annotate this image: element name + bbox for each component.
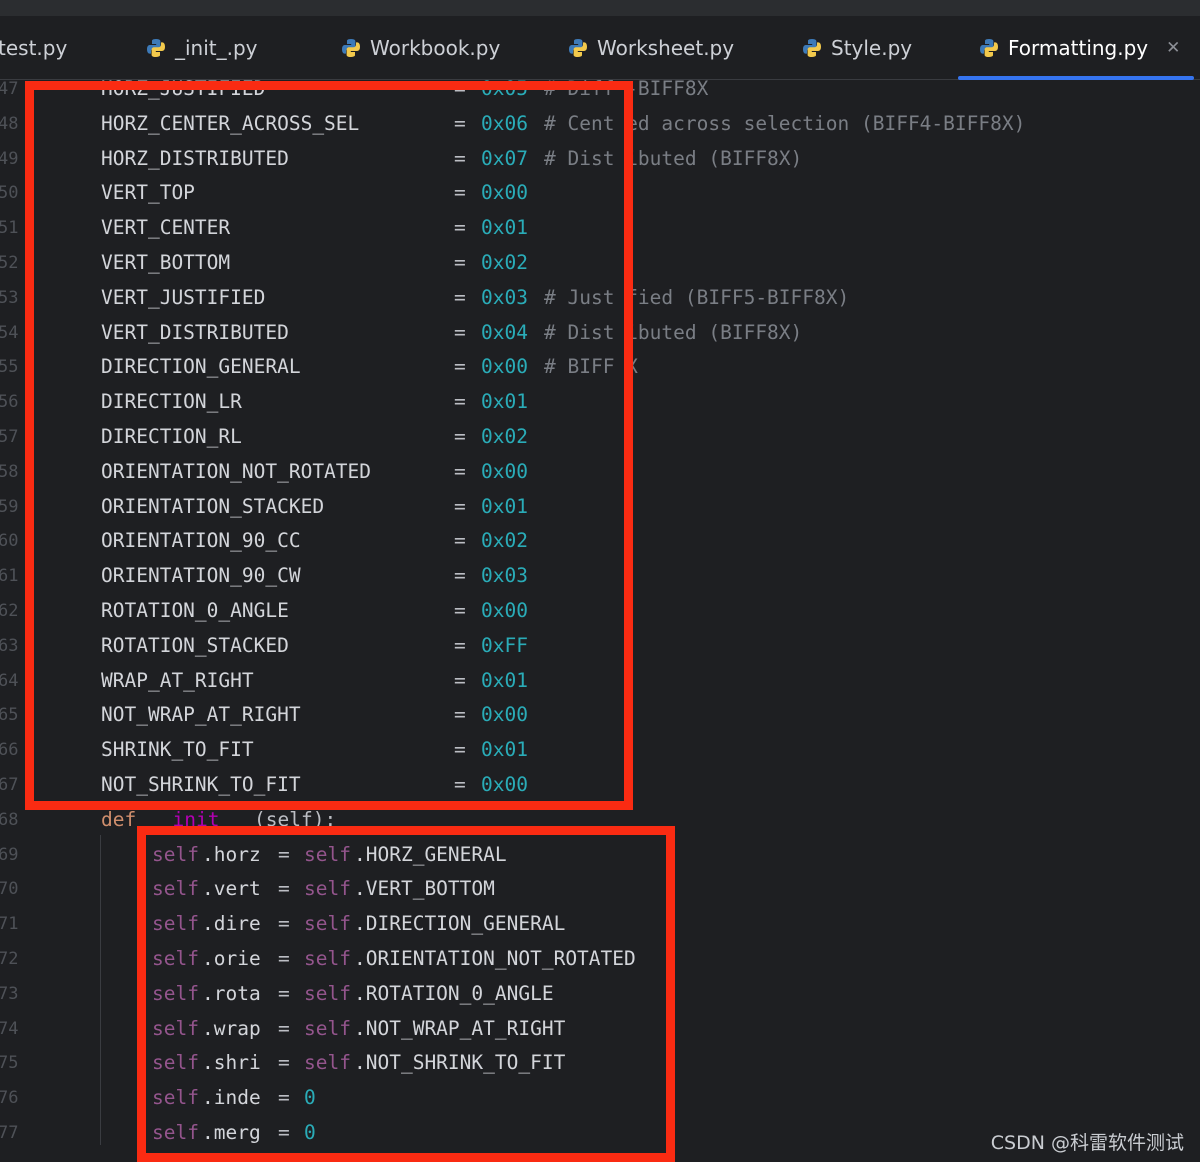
line-number: 69 [0, 844, 19, 865]
tab-workbook-py[interactable]: Workbook.py [340, 16, 500, 80]
line-number: 68 [0, 809, 19, 830]
close-tab-icon[interactable]: ✕ [1166, 38, 1180, 58]
line-number: 48 [0, 113, 19, 134]
line-number: 55 [0, 357, 19, 378]
line-number: 73 [0, 983, 19, 1004]
python-file-icon [342, 39, 360, 57]
tab-worksheet-py[interactable]: Worksheet.py [567, 16, 734, 80]
tab-label: test.py [0, 36, 68, 60]
line-number: 57 [0, 427, 19, 447]
indent-guide [100, 835, 101, 1145]
tab-label: Workbook.py [370, 36, 501, 60]
line-number: 50 [0, 183, 19, 204]
line-number: 71 [0, 914, 19, 935]
line-number: 58 [0, 461, 19, 482]
line-number: 70 [0, 879, 19, 900]
line-number: 61 [0, 566, 19, 587]
line-number: 49 [0, 148, 19, 169]
editor-tab-bar: test.py _init_.py Workbook.py Worksheet.… [0, 16, 1200, 80]
line-number: 75 [0, 1053, 19, 1074]
line-number: 65 [0, 705, 19, 726]
watermark: CSDN @科雷软件测试 [990, 1132, 1184, 1154]
line-number: 64 [0, 670, 19, 691]
line-number: 47 [0, 79, 19, 99]
line-number-gutter: 47 48 49 50 51 52 53 54 55 56 57 58 59 60 61 62 63 64 65 66… [0, 79, 26, 1162]
line-number: 59 [0, 496, 19, 517]
line-number: 60 [0, 531, 19, 552]
active-tab-indicator [958, 76, 1194, 80]
highlight-box-init [137, 826, 675, 1162]
line-number: 77 [0, 1123, 19, 1143]
window-top-strip [0, 0, 1200, 16]
tab-label: Worksheet.py [597, 36, 735, 60]
python-file-icon [569, 39, 587, 57]
tab-init-py[interactable]: _init_.py [145, 16, 258, 80]
tab-test-py[interactable]: test.py [0, 16, 67, 80]
line-number: 53 [0, 287, 19, 308]
line-number: 66 [0, 740, 19, 761]
line-number: 62 [0, 601, 19, 621]
line-number: 54 [0, 322, 19, 343]
highlight-box-constants [25, 81, 633, 810]
tab-label: _init_.py [175, 36, 258, 60]
line-number: 63 [0, 635, 19, 656]
tab-style-py[interactable]: Style.py [801, 16, 912, 80]
python-file-icon [803, 39, 821, 57]
line-number: 74 [0, 1018, 19, 1039]
tab-label: Formatting.py [1008, 36, 1149, 60]
line-number: 51 [0, 218, 19, 239]
line-number: 72 [0, 949, 19, 969]
line-number: 67 [0, 775, 19, 795]
line-number: 52 [0, 253, 19, 273]
python-file-icon [980, 39, 998, 57]
python-file-icon [147, 39, 165, 57]
line-number: 56 [0, 392, 19, 413]
line-number: 76 [0, 1088, 19, 1109]
tab-label: Style.py [831, 36, 913, 60]
tab-formatting-py[interactable]: Formatting.py ✕ [978, 16, 1180, 80]
